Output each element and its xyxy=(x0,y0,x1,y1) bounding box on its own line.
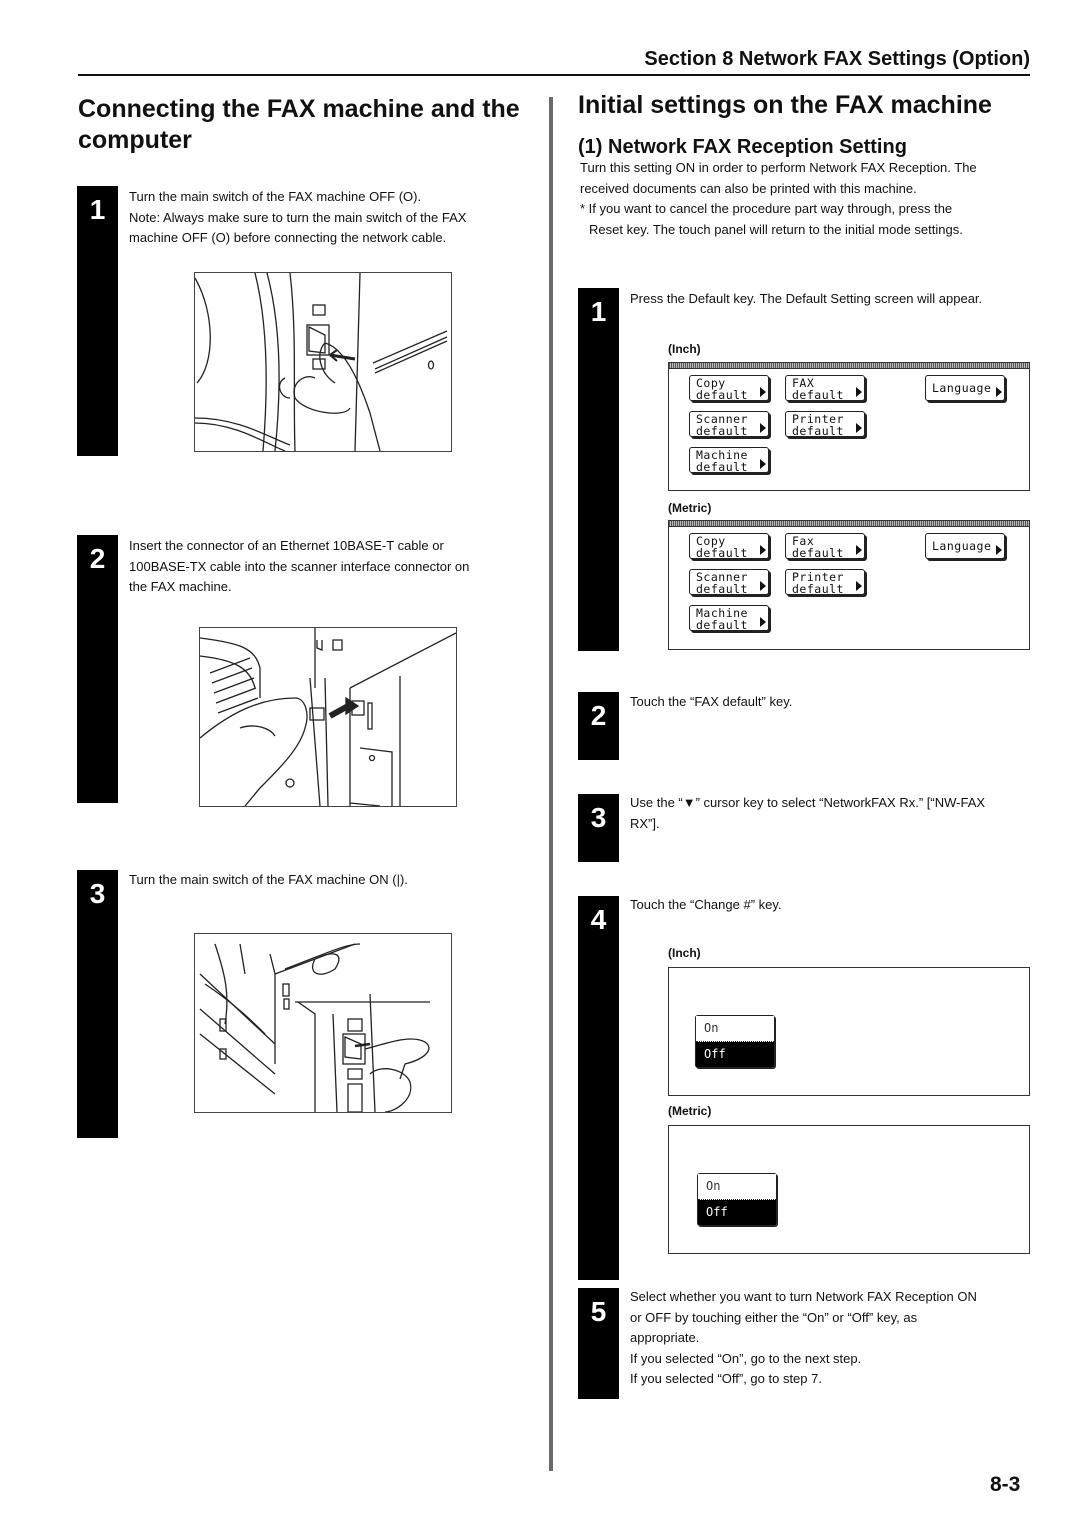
column-divider xyxy=(549,97,553,1471)
step-text-line: the FAX machine. xyxy=(129,579,232,594)
main-switch-off-illustration xyxy=(194,272,452,452)
step-text: Insert the connector of an Ethernet 10BA… xyxy=(129,536,529,598)
network-fax-rx-screen-inch: On Off xyxy=(668,967,1030,1096)
arrow-right-icon xyxy=(760,545,766,555)
main-switch-on-illustration xyxy=(194,933,452,1113)
step-text-line: If you selected “On”, go to the next ste… xyxy=(630,1350,862,1366)
arrow-right-icon xyxy=(856,387,862,397)
arrow-right-icon xyxy=(856,545,862,555)
step-text-line: or OFF by touching either the “On” or “O… xyxy=(630,1309,918,1325)
arrow-right-icon xyxy=(760,423,766,433)
on-key[interactable]: On xyxy=(696,1016,774,1042)
printer-default-key[interactable]: Printer default xyxy=(785,411,865,437)
step-text-line: Touch the “FAX default” key. xyxy=(630,694,793,709)
step-text-line: Touch the “Change #” key. xyxy=(630,897,782,912)
screen-label-inch: (Inch) xyxy=(668,946,701,960)
note-line: * If you want to cancel the procedure pa… xyxy=(580,201,953,216)
machine-default-key[interactable]: Machine default xyxy=(689,447,769,473)
step-number-badge: 1 xyxy=(578,288,619,651)
step-text-line: Turn the main switch of the FAX machine … xyxy=(129,872,408,887)
arrow-right-icon xyxy=(760,617,766,627)
step-number-badge: 3 xyxy=(578,794,619,862)
off-key[interactable]: Off xyxy=(696,1042,774,1067)
default-setting-screen-inch: Copy default FAX default Language Scanner d… xyxy=(668,362,1030,491)
step-text: Turn the main switch of the FAX machine … xyxy=(129,870,529,891)
off-key[interactable]: Off xyxy=(698,1200,776,1225)
printer-default-key[interactable]: Printer default xyxy=(785,569,865,595)
step-text-line: Select whether you want to turn Network … xyxy=(630,1289,977,1304)
intro-line: received documents can also be printed w… xyxy=(580,180,917,196)
fax-default-key[interactable]: Fax default xyxy=(785,533,865,559)
step-text-line: Use the “▼” cursor key to select “Networ… xyxy=(630,795,986,810)
machine-default-key[interactable]: Machine default xyxy=(689,605,769,631)
step-text: Touch the “Change #” key. xyxy=(630,895,1040,916)
step-text-line: Note: Always make sure to turn the main … xyxy=(129,209,467,225)
intro-line: Turn this setting ON in order to perform… xyxy=(580,160,977,175)
step-text-line: appropriate. xyxy=(630,1330,700,1345)
step-text-line: RX”]. xyxy=(630,815,660,831)
default-setting-screen-metric: Copy default Fax default Language Scanner d… xyxy=(668,520,1030,650)
arrow-right-icon xyxy=(760,581,766,591)
step-text: Turn the main switch of the FAX machine … xyxy=(129,187,529,249)
step-text: Touch the “FAX default” key. xyxy=(630,692,1040,713)
step-number-badge: 2 xyxy=(578,692,619,760)
step-text-line: machine OFF (O) before connecting the ne… xyxy=(129,230,447,245)
step-number-badge: 1 xyxy=(77,186,118,456)
step-number-badge: 5 xyxy=(578,1288,619,1399)
step-number-badge: 4 xyxy=(578,896,619,1280)
step-text-line: 100BASE-TX cable into the scanner interf… xyxy=(129,558,470,574)
panel-title-bar xyxy=(669,521,1029,527)
ethernet-connector-illustration xyxy=(199,627,457,807)
left-title: Connecting the FAX machine and the compu… xyxy=(78,94,548,156)
step-text: Press the Default key. The Default Setti… xyxy=(630,289,1040,310)
step-text-line: Press the Default key. The Default Setti… xyxy=(630,291,983,306)
left-title-line1: Connecting the FAX machine and the xyxy=(78,95,520,123)
screen-label-metric: (Metric) xyxy=(668,501,712,515)
left-title-line2: computer xyxy=(78,126,192,154)
intro-text: Turn this setting ON in order to perform… xyxy=(580,158,1040,240)
arrow-right-icon xyxy=(760,459,766,469)
on-off-toggle[interactable]: On Off xyxy=(695,1015,775,1068)
step-number-badge: 2 xyxy=(77,535,118,803)
arrow-right-icon xyxy=(856,423,862,433)
header-rule xyxy=(78,74,1030,76)
right-subtitle: (1) Network FAX Reception Setting xyxy=(578,136,907,158)
screen-label-inch: (Inch) xyxy=(668,342,701,356)
step-text-line: Insert the connector of an Ethernet 10BA… xyxy=(129,538,444,553)
on-key[interactable]: On xyxy=(698,1174,776,1200)
scanner-default-key[interactable]: Scanner default xyxy=(689,411,769,437)
step-text: Use the “▼” cursor key to select “Networ… xyxy=(630,793,1040,834)
copy-default-key[interactable]: Copy default xyxy=(689,533,769,559)
arrow-right-icon xyxy=(996,545,1002,555)
panel-title-bar xyxy=(669,363,1029,369)
step-number-badge: 3 xyxy=(77,870,118,1138)
step-text-line: If you selected “Off”, go to step 7. xyxy=(630,1371,822,1386)
fax-default-key[interactable]: FAX default xyxy=(785,375,865,401)
network-fax-rx-screen-metric: On Off xyxy=(668,1125,1030,1254)
scanner-default-key[interactable]: Scanner default xyxy=(689,569,769,595)
section-header: Section 8 Network FAX Settings (Option) xyxy=(644,48,1030,70)
arrow-right-icon xyxy=(996,387,1002,397)
step-text-line: Turn the main switch of the FAX machine … xyxy=(129,189,422,204)
right-title: Initial settings on the FAX machine xyxy=(578,91,992,119)
step-text: Select whether you want to turn Network … xyxy=(630,1287,1040,1390)
copy-default-key[interactable]: Copy default xyxy=(689,375,769,401)
arrow-right-icon xyxy=(760,387,766,397)
language-key[interactable]: Language xyxy=(925,375,1005,401)
arrow-right-icon xyxy=(856,581,862,591)
note-line: Reset key. The touch panel will return t… xyxy=(589,221,963,237)
language-key[interactable]: Language xyxy=(925,533,1005,559)
on-off-toggle[interactable]: On Off xyxy=(697,1173,777,1226)
page-number: 8-3 xyxy=(990,1473,1021,1496)
screen-label-metric: (Metric) xyxy=(668,1104,712,1118)
